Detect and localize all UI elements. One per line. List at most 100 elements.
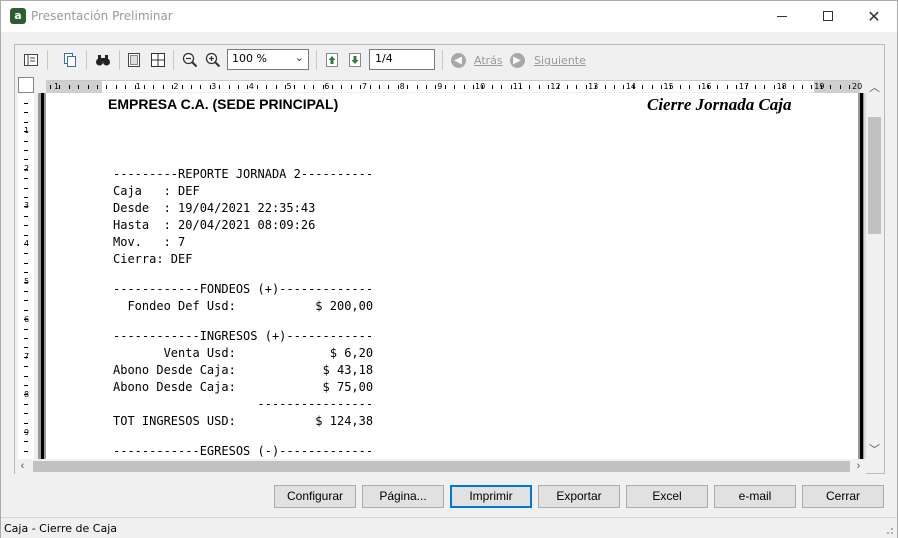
ruler-tick xyxy=(153,85,155,89)
email-button[interactable]: e-mail xyxy=(714,485,796,508)
ruler-label: 1 xyxy=(54,82,60,91)
ruler-tick xyxy=(360,85,362,89)
ruler-label: 20 xyxy=(852,82,863,91)
ruler-tick xyxy=(24,366,28,368)
app-icon: a xyxy=(10,8,26,24)
first-page-button[interactable] xyxy=(322,50,342,70)
scroll-right-icon[interactable]: › xyxy=(851,459,866,474)
ruler-tick xyxy=(426,85,427,89)
excel-button[interactable]: Excel xyxy=(626,485,708,508)
ruler-tick xyxy=(24,413,28,415)
configurar-button[interactable]: Configurar xyxy=(274,485,356,508)
ruler-tick xyxy=(87,85,89,89)
ruler-tick xyxy=(59,85,61,89)
status-text: Caja - Cierre de Caja xyxy=(4,522,118,535)
zoom-select[interactable]: 100 % ⌄ xyxy=(227,49,309,70)
back-label[interactable]: Atrás xyxy=(474,54,503,67)
ruler-tick xyxy=(97,85,98,89)
maximize-button[interactable] xyxy=(805,1,851,32)
next-page-icon xyxy=(349,53,361,67)
ruler-tick xyxy=(529,85,531,89)
zoom-in-button[interactable] xyxy=(203,50,223,70)
vertical-scrollbar[interactable]: ︿ ﹀ xyxy=(866,80,883,459)
ruler-tick xyxy=(106,85,108,89)
cerrar-button[interactable]: Cerrar xyxy=(802,485,884,508)
next-page-button[interactable] xyxy=(345,50,365,70)
scroll-left-icon[interactable]: ‹ xyxy=(15,459,30,474)
ruler-tick xyxy=(24,197,28,198)
ruler-tick xyxy=(585,85,587,89)
ruler-tick xyxy=(689,85,691,89)
ruler-tick xyxy=(510,85,512,89)
ruler-tick xyxy=(24,168,28,170)
ruler-tick xyxy=(24,309,28,311)
forward-arrow-icon: ▶ xyxy=(509,52,525,68)
ruler-label: 4 xyxy=(248,82,254,91)
ruler-tick xyxy=(350,85,352,89)
ruler-label: 19 xyxy=(814,82,825,91)
ruler-label: 5 xyxy=(286,82,292,91)
horizontal-scroll-thumb[interactable] xyxy=(33,461,850,472)
ruler-tick xyxy=(219,85,221,89)
next-label[interactable]: Siguiente xyxy=(534,54,586,67)
ruler-label: 15 xyxy=(663,82,674,91)
outline-button[interactable] xyxy=(21,50,41,70)
ruler-tick xyxy=(24,121,28,123)
ruler-tick xyxy=(679,85,681,89)
page-view: EMPRESA C.A. (SEDE PRINCIPAL) Cierre Jor… xyxy=(38,93,866,459)
ruler-tick xyxy=(548,85,550,89)
scroll-down-icon[interactable]: ﹀ xyxy=(866,442,883,459)
scroll-up-icon[interactable]: ︿ xyxy=(866,80,883,97)
horizontal-scrollbar[interactable]: ‹ › xyxy=(15,459,866,474)
copy-pages-button[interactable] xyxy=(60,50,80,70)
ruler-tick xyxy=(491,85,493,89)
ruler-tick xyxy=(24,150,28,151)
report-title: Cierre Jornada Caja xyxy=(647,95,792,114)
ruler-tick xyxy=(238,85,239,89)
ruler-tick xyxy=(792,85,794,89)
ruler-tick xyxy=(557,85,559,89)
report-line: ---------REPORTE JORNADA 2---------- xyxy=(113,167,374,181)
ruler-tick xyxy=(397,85,399,89)
ruler-tick xyxy=(435,85,437,89)
zoom-out-icon xyxy=(182,52,198,68)
ruler-tick xyxy=(50,85,51,89)
status-bar: Caja - Cierre de Caja xyxy=(1,517,897,538)
back-button[interactable]: ◀ xyxy=(448,50,468,70)
ruler-tick xyxy=(444,85,446,89)
preview-toolbar: 100 % ⌄ 1/4 ◀ Atrás ▶ Siguiente xyxy=(15,45,884,75)
ruler-tick xyxy=(24,215,28,217)
ruler-tick xyxy=(209,85,211,89)
outline-icon xyxy=(24,54,38,66)
ruler-tick xyxy=(369,85,371,89)
ruler-tick xyxy=(24,385,28,386)
vertical-scroll-thumb[interactable] xyxy=(868,117,881,234)
ruler-tick xyxy=(125,85,127,89)
forward-button[interactable]: ▶ xyxy=(507,50,527,70)
ruler-tick xyxy=(473,85,474,89)
page-number-input[interactable]: 1/4 xyxy=(369,49,435,70)
ruler-tick xyxy=(24,262,28,264)
single-page-button[interactable] xyxy=(124,50,144,70)
find-button[interactable] xyxy=(93,50,113,70)
ruler-tick xyxy=(294,85,296,89)
ruler-tick xyxy=(802,85,803,89)
ruler-tick xyxy=(520,85,521,89)
ruler-tick xyxy=(661,85,662,89)
ruler-tick xyxy=(24,375,28,377)
minimize-button[interactable] xyxy=(759,1,805,32)
report-page: EMPRESA C.A. (SEDE PRINCIPAL) Cierre Jor… xyxy=(46,93,858,459)
close-button[interactable]: ✕ xyxy=(851,1,897,32)
zoom-out-button[interactable] xyxy=(180,50,200,70)
exportar-button[interactable]: Exportar xyxy=(538,485,620,508)
resize-grip-icon[interactable] xyxy=(884,525,894,535)
imprimir-button[interactable]: Imprimir xyxy=(450,485,532,508)
preview-panel: 100 % ⌄ 1/4 ◀ Atrás ▶ Siguiente 1 1 2 3 … xyxy=(14,44,885,474)
multi-page-button[interactable] xyxy=(148,50,168,70)
ruler-tick xyxy=(717,85,719,89)
close-icon: ✕ xyxy=(867,7,881,26)
pagina-button[interactable]: Página... xyxy=(362,485,444,508)
ruler-tick xyxy=(24,291,28,292)
ruler-tick xyxy=(313,85,315,89)
ruler-label: 11 xyxy=(512,82,523,91)
